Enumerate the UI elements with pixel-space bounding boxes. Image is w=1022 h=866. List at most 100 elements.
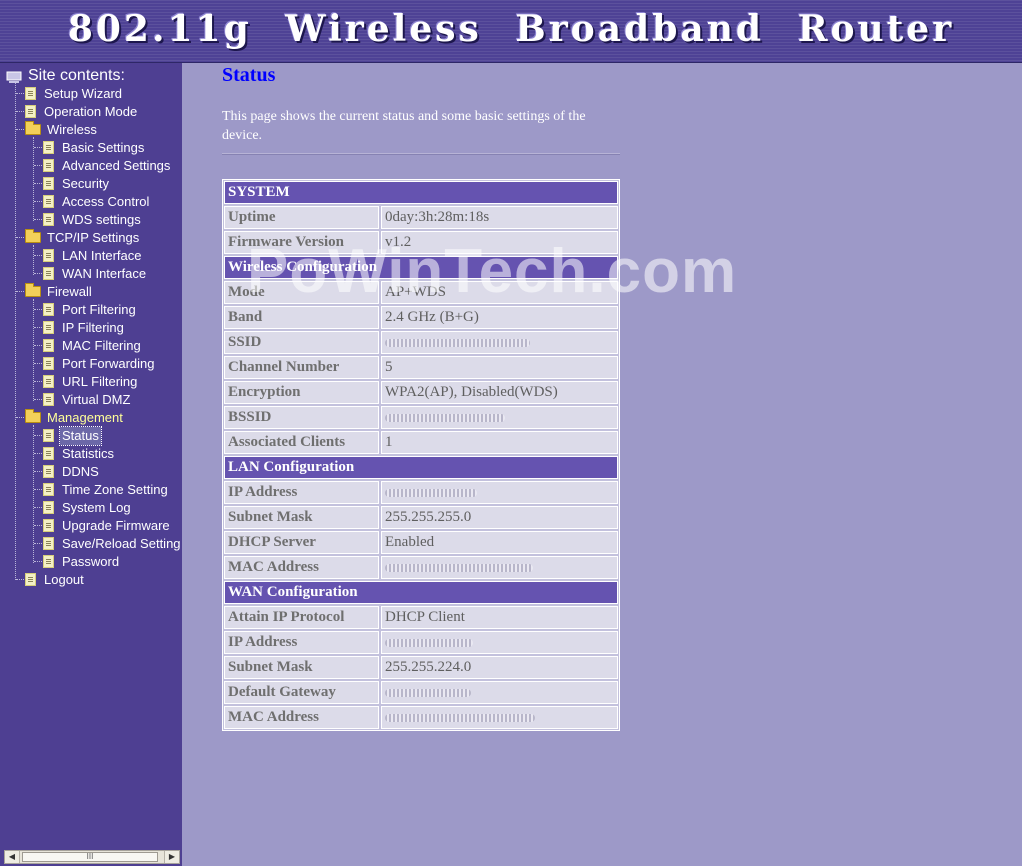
attain-ip-protocol-value: DHCP Client bbox=[381, 606, 618, 629]
nav-status[interactable]: Status bbox=[34, 425, 102, 446]
row-label: Channel Number bbox=[224, 356, 379, 379]
nav-port-filtering[interactable]: Port Filtering bbox=[34, 300, 136, 318]
section-header-lan: LAN Configuration bbox=[224, 456, 618, 479]
main-content: Status This page shows the current statu… bbox=[182, 63, 1022, 866]
page-description: This page shows the current status and s… bbox=[222, 109, 586, 143]
table-section-row: SYSTEM bbox=[224, 181, 618, 204]
document-icon bbox=[43, 249, 54, 263]
nav-basic-settings[interactable]: Basic Settings bbox=[34, 138, 144, 156]
folder-open-icon bbox=[25, 229, 41, 244]
tree-line bbox=[15, 83, 16, 580]
nav-save-reload-setting[interactable]: Save/Reload Setting bbox=[34, 534, 181, 552]
table-row: Uptime 0day:3h:28m:18s bbox=[224, 206, 618, 229]
nav-wan-interface[interactable]: WAN Interface bbox=[34, 264, 146, 282]
row-label: MAC Address bbox=[224, 556, 379, 579]
row-label: Attain IP Protocol bbox=[224, 606, 379, 629]
redaction-mark bbox=[385, 489, 477, 497]
document-icon bbox=[43, 465, 54, 479]
mode-value: AP+WDS bbox=[381, 281, 618, 304]
nav-port-forwarding[interactable]: Port Forwarding bbox=[34, 354, 154, 372]
scroll-right-arrow-icon[interactable]: ▶ bbox=[164, 851, 179, 863]
table-row: Associated Clients 1 bbox=[224, 431, 618, 454]
table-section-row: LAN Configuration bbox=[224, 456, 618, 479]
document-icon bbox=[43, 375, 54, 389]
divider bbox=[222, 153, 620, 155]
nav-folder-firewall[interactable]: Firewall bbox=[16, 282, 92, 300]
nav-mac-filtering[interactable]: MAC Filtering bbox=[34, 336, 141, 354]
table-row: MAC Address bbox=[224, 556, 618, 579]
nav-statistics[interactable]: Statistics bbox=[34, 444, 114, 462]
folder-open-icon bbox=[25, 409, 41, 424]
row-label: IP Address bbox=[224, 481, 379, 504]
row-label: SSID bbox=[224, 331, 379, 354]
scroll-left-arrow-icon[interactable]: ◀ bbox=[5, 851, 20, 863]
uptime-value: 0day:3h:28m:18s bbox=[381, 206, 618, 229]
nav-advanced-settings[interactable]: Advanced Settings bbox=[34, 156, 170, 174]
nav-security[interactable]: Security bbox=[34, 174, 109, 192]
nav-system-log[interactable]: System Log bbox=[34, 498, 131, 516]
nav-ip-filtering[interactable]: IP Filtering bbox=[34, 318, 124, 336]
section-header-system: SYSTEM bbox=[224, 181, 618, 204]
nav-folder-tcpip[interactable]: TCP/IP Settings bbox=[16, 228, 139, 246]
nav-ddns[interactable]: DDNS bbox=[34, 462, 99, 480]
table-row: Firmware Version v1.2 bbox=[224, 231, 618, 254]
encryption-value: WPA2(AP), Disabled(WDS) bbox=[381, 381, 618, 404]
computer-icon bbox=[6, 70, 22, 83]
router-title: 802.11g Wireless Broadband Router bbox=[67, 8, 955, 50]
document-icon bbox=[43, 213, 54, 227]
nav-url-filtering[interactable]: URL Filtering bbox=[34, 372, 137, 390]
document-icon bbox=[43, 429, 54, 443]
row-label: MAC Address bbox=[224, 706, 379, 729]
redaction-mark bbox=[385, 339, 530, 347]
table-row: IP Address bbox=[224, 481, 618, 504]
nav-password[interactable]: Password bbox=[34, 552, 119, 570]
nav-operation-mode[interactable]: Operation Mode bbox=[16, 102, 137, 120]
table-row: BSSID bbox=[224, 406, 618, 429]
document-icon bbox=[43, 177, 54, 191]
nav-time-zone-setting[interactable]: Time Zone Setting bbox=[34, 480, 168, 498]
document-icon bbox=[43, 501, 54, 515]
header-banner: 802.11g Wireless Broadband Router bbox=[0, 0, 1022, 63]
section-header-wireless: Wireless Configuration bbox=[224, 256, 618, 279]
nav-wds-settings[interactable]: WDS settings bbox=[34, 210, 141, 228]
nav-setup-wizard[interactable]: Setup Wizard bbox=[16, 84, 122, 102]
folder-open-icon bbox=[25, 121, 41, 136]
table-row: Attain IP Protocol DHCP Client bbox=[224, 606, 618, 629]
wan-ip-value-redacted bbox=[381, 631, 618, 654]
nav-logout[interactable]: Logout bbox=[16, 570, 84, 588]
redaction-mark bbox=[385, 564, 533, 572]
status-table: SYSTEM Uptime 0day:3h:28m:18s Firmware Ve… bbox=[222, 179, 620, 731]
nav-virtual-dmz[interactable]: Virtual DMZ bbox=[34, 390, 130, 408]
document-icon bbox=[43, 537, 54, 551]
redaction-mark bbox=[385, 689, 471, 697]
row-label: Encryption bbox=[224, 381, 379, 404]
page-title: Status bbox=[222, 64, 276, 86]
table-row: Channel Number 5 bbox=[224, 356, 618, 379]
table-section-row: WAN Configuration bbox=[224, 581, 618, 604]
redaction-mark bbox=[385, 714, 535, 722]
table-row: IP Address bbox=[224, 631, 618, 654]
ssid-value-redacted bbox=[381, 331, 618, 354]
table-row: Subnet Mask 255.255.224.0 bbox=[224, 656, 618, 679]
nav-access-control[interactable]: Access Control bbox=[34, 192, 149, 210]
nav-folder-management[interactable]: Management bbox=[16, 408, 123, 426]
dhcp-server-value: Enabled bbox=[381, 531, 618, 554]
table-row: Mode AP+WDS bbox=[224, 281, 618, 304]
scrollbar-thumb[interactable]: III bbox=[22, 852, 158, 862]
document-icon bbox=[43, 141, 54, 155]
row-label: BSSID bbox=[224, 406, 379, 429]
document-icon bbox=[25, 87, 36, 101]
nav-lan-interface[interactable]: LAN Interface bbox=[34, 246, 142, 264]
row-label: Associated Clients bbox=[224, 431, 379, 454]
redaction-mark bbox=[385, 639, 473, 647]
associated-clients-value: 1 bbox=[381, 431, 618, 454]
firmware-version-value: v1.2 bbox=[381, 231, 618, 254]
row-label: Default Gateway bbox=[224, 681, 379, 704]
lan-mac-value-redacted bbox=[381, 556, 618, 579]
table-row: SSID bbox=[224, 331, 618, 354]
sidebar-horizontal-scrollbar[interactable]: ◀ III ▶ bbox=[4, 850, 180, 864]
section-header-wan: WAN Configuration bbox=[224, 581, 618, 604]
nav-folder-wireless[interactable]: Wireless bbox=[16, 120, 97, 138]
row-label: Uptime bbox=[224, 206, 379, 229]
nav-upgrade-firmware[interactable]: Upgrade Firmware bbox=[34, 516, 170, 534]
